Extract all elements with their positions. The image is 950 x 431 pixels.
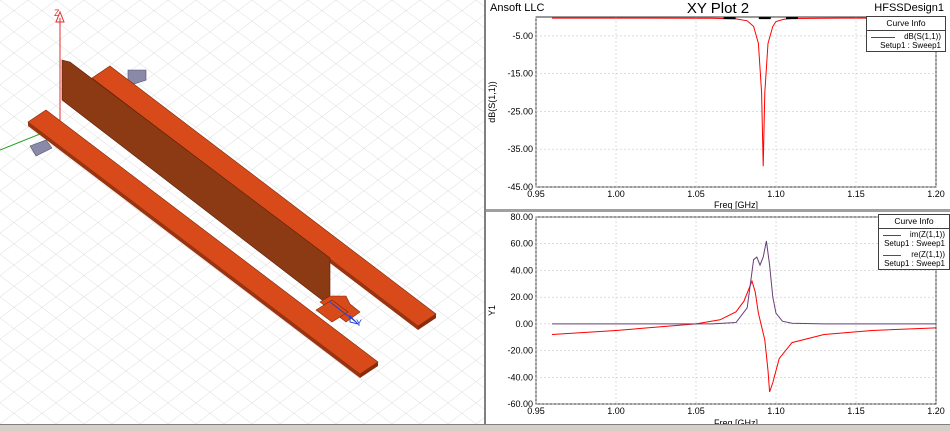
grid-line bbox=[0, 148, 365, 424]
y-tick-label: -60.00 bbox=[507, 399, 533, 409]
plots-panel: 0.95 1.00 1.05 1.10 1.15 1.20 -5.00 -15.00 -25.0… bbox=[486, 0, 950, 424]
grid-line bbox=[279, 0, 484, 155]
y-tick-label: -35.00 bbox=[507, 144, 533, 154]
x-tick-label: 1.15 bbox=[847, 406, 865, 416]
y-tick-label: 0.00 bbox=[515, 319, 533, 329]
grid-line bbox=[139, 0, 484, 261]
grid-line bbox=[475, 417, 484, 424]
grid-line bbox=[363, 0, 484, 92]
legend-header: Curve Info bbox=[867, 17, 945, 31]
3d-model-viewport[interactable]: Z Y bbox=[0, 0, 486, 424]
y-axis-label: Y bbox=[356, 318, 362, 328]
y-tick-label: -5.00 bbox=[512, 31, 533, 41]
grid-line bbox=[139, 163, 484, 424]
grid-line bbox=[475, 0, 484, 7]
x-tick-label: 1.00 bbox=[607, 189, 625, 199]
y-tick-label: -40.00 bbox=[507, 372, 533, 382]
y-tick-label: -25.00 bbox=[507, 106, 533, 116]
z11-plot[interactable]: 0.95 1.00 1.05 1.10 1.15 1.20 80.00 60.00 40.00 2… bbox=[486, 212, 950, 424]
legend-curve-name: re(Z(1,1)) bbox=[911, 250, 945, 259]
grid-line bbox=[307, 0, 484, 134]
legend-sweep: Setup1 : Sweep1 bbox=[880, 41, 941, 50]
model-canvas[interactable]: Z Y bbox=[0, 0, 484, 424]
x-tick-label: 1.10 bbox=[767, 406, 785, 416]
legend-curve-name: im(Z(1,1)) bbox=[909, 230, 945, 239]
y-tick-label: 40.00 bbox=[510, 265, 533, 275]
design-name: HFSSDesign1 bbox=[874, 2, 944, 14]
y-tick-label: 60.00 bbox=[510, 239, 533, 249]
legend-sweep: Setup1 : Sweep1 bbox=[884, 259, 945, 268]
x-tick-label: 1.00 bbox=[607, 406, 625, 416]
x-axis-label: Freq [GHz] bbox=[714, 200, 758, 209]
x-tick-label: 1.20 bbox=[927, 189, 945, 199]
x-tick-label: 1.20 bbox=[927, 406, 945, 416]
grid-line bbox=[0, 0, 29, 22]
grid-line bbox=[419, 0, 484, 49]
y-tick-label: -45.00 bbox=[507, 182, 533, 192]
grid-line bbox=[447, 0, 484, 28]
grid-line bbox=[363, 332, 484, 424]
curve-info-legend[interactable]: Curve Info dB(S(1,1)) Setup1 : Sweep1 bbox=[866, 16, 946, 52]
y-axis-label: Y1 bbox=[487, 305, 497, 316]
z-axis-label: Z bbox=[54, 8, 60, 18]
grid-line bbox=[279, 269, 484, 424]
legend-header: Curve Info bbox=[879, 215, 949, 229]
grid-line bbox=[307, 290, 484, 424]
grid-line bbox=[0, 402, 29, 424]
grid-line bbox=[0, 0, 365, 276]
legend-swatch bbox=[871, 37, 895, 38]
y-tick-label: -20.00 bbox=[507, 346, 533, 356]
y-tick-label: -15.00 bbox=[507, 69, 533, 79]
grid-line bbox=[391, 354, 484, 424]
legend-item[interactable]: re(Z(1,1)) Setup1 : Sweep1 bbox=[879, 249, 949, 269]
y-tick-label: 20.00 bbox=[510, 292, 533, 302]
s11-plot[interactable]: 0.95 1.00 1.05 1.10 1.15 1.20 -5.00 -15.00 -25.0… bbox=[486, 0, 950, 212]
legend-swatch bbox=[883, 255, 901, 256]
x-tick-label: 1.10 bbox=[767, 189, 785, 199]
x-tick-label: 1.15 bbox=[847, 189, 865, 199]
grid-line bbox=[419, 375, 484, 424]
legend-curve-name: dB(S(1,1)) bbox=[904, 32, 941, 41]
grid-line bbox=[391, 0, 484, 70]
port-front-strip bbox=[29, 139, 53, 157]
legend-item[interactable]: dB(S(1,1)) Setup1 : Sweep1 bbox=[867, 31, 945, 51]
y-tick-label: 80.00 bbox=[510, 212, 533, 222]
plot-area-frame bbox=[535, 216, 937, 405]
y-axis-label: dB(S(1,1)) bbox=[487, 81, 497, 123]
x-tick-label: 1.05 bbox=[687, 189, 705, 199]
grid-line bbox=[447, 396, 484, 424]
curve-info-legend[interactable]: Curve Info im(Z(1,1)) Setup1 : Sweep1 re… bbox=[878, 214, 950, 270]
legend-swatch bbox=[883, 235, 901, 236]
legend-sweep: Setup1 : Sweep1 bbox=[884, 239, 945, 248]
series-line-im-z-1-1- bbox=[551, 279, 937, 393]
x-tick-label: 1.05 bbox=[687, 406, 705, 416]
legend-item[interactable]: im(Z(1,1)) Setup1 : Sweep1 bbox=[879, 229, 949, 249]
